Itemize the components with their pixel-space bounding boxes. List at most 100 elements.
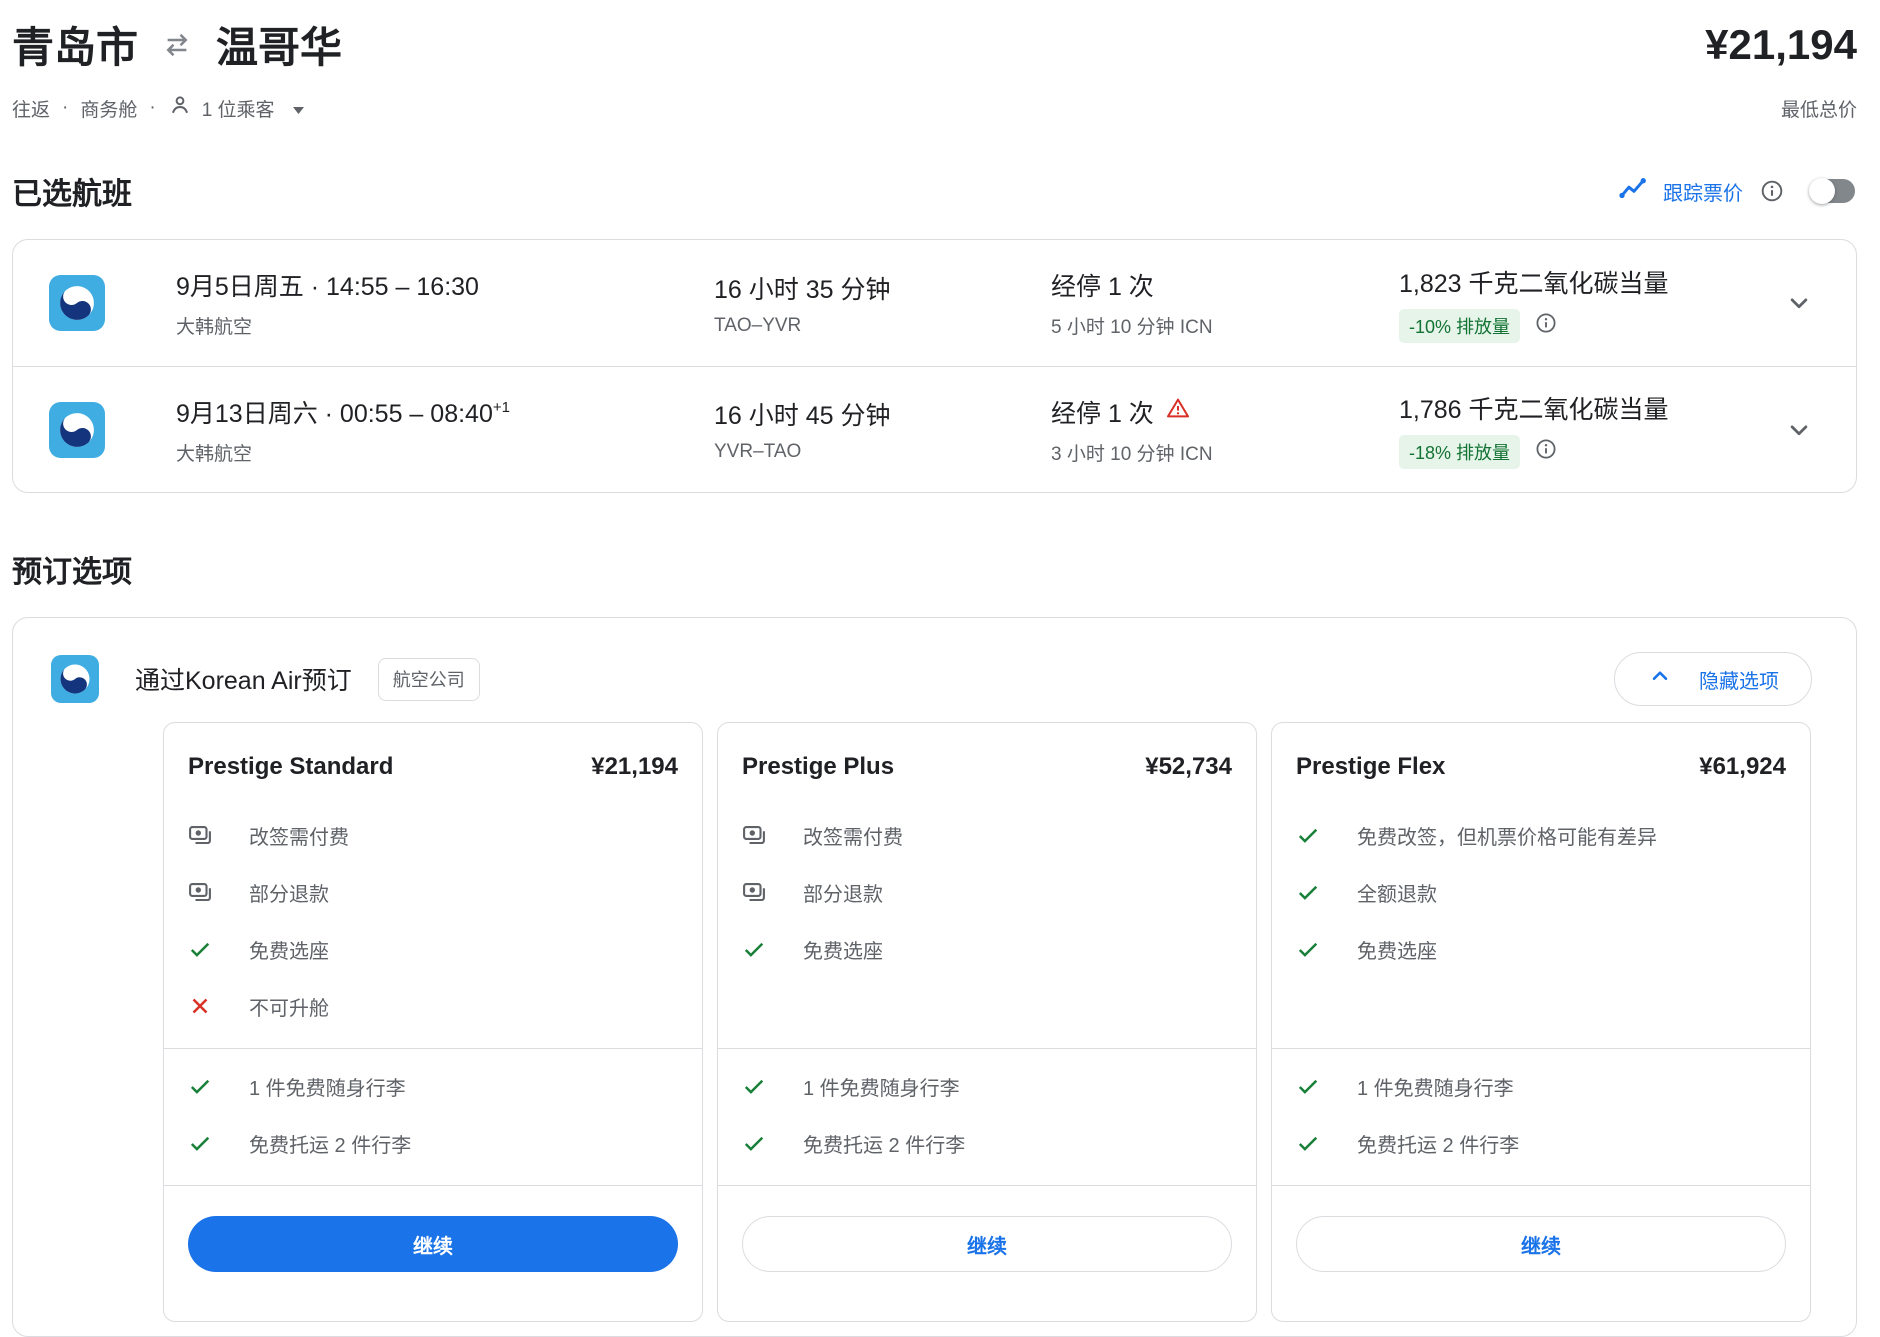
fare-feature: 全额退款 <box>1296 878 1786 906</box>
info-icon[interactable] <box>1534 437 1558 467</box>
trip-type-label: 往返 <box>12 95 50 122</box>
fare-price: ¥61,924 <box>1699 753 1786 781</box>
flight-route: YVR–TAO <box>714 441 1051 463</box>
continue-button[interactable]: 继续 <box>742 1216 1232 1272</box>
check-icon <box>742 1074 766 1098</box>
booking-options-title: 预订选项 <box>12 547 132 591</box>
fare-feature: 免费托运 2 件行李 <box>1296 1129 1786 1157</box>
flight-datetime: 9月13日周六 · 00:55 – 08:40+1 <box>176 394 714 430</box>
destination-city: 温哥华 <box>216 14 342 75</box>
flight-layover: 3 小时 10 分钟 ICN <box>1051 439 1399 466</box>
cabin-class-label: 商务舱 <box>80 95 137 122</box>
chevron-up-icon <box>1647 663 1673 695</box>
flight-stops: 经停 1 次 <box>1051 267 1399 303</box>
flight-duration: 16 小时 45 分钟 <box>714 396 1051 432</box>
fare-feature: 免费改签，但机票价格可能有差异 <box>1296 821 1786 849</box>
fare-feature-text: 改签需付费 <box>249 821 349 850</box>
trip-summary: 往返 · 商务舱 · 1 位乘客 最低总价 <box>12 93 1857 123</box>
check-icon <box>742 1131 766 1155</box>
flight-booking-page: 青岛市 温哥华 ¥21,194 往返 · 商务舱 · 1 位乘客 <box>12 0 1857 1337</box>
fare-card-prestige-standard: Prestige Standard ¥21,194 改签需付费部分退款免费选座不… <box>163 722 703 1322</box>
flight-emissions: 1,786 千克二氧化碳当量 <box>1399 390 1774 426</box>
fare-feature: 免费托运 2 件行李 <box>188 1129 678 1157</box>
info-icon[interactable] <box>1534 311 1558 341</box>
continue-button[interactable]: 继续 <box>188 1216 678 1272</box>
flight-stops: 经停 1 次 <box>1051 394 1399 430</box>
flight-row-outbound[interactable]: 9月5日周五 · 14:55 – 16:30 大韩航空 16 小时 35 分钟 … <box>13 240 1856 366</box>
fare-feature: 部分退款 <box>188 878 678 906</box>
fare-feature-text: 免费托运 2 件行李 <box>249 1129 411 1158</box>
flight-duration: 16 小时 35 分钟 <box>714 270 1051 306</box>
header: 青岛市 温哥华 ¥21,194 <box>12 14 1857 75</box>
emissions-badge: -10% 排放量 <box>1399 309 1520 343</box>
total-price: ¥21,194 <box>1705 21 1857 69</box>
fare-feature: 免费选座 <box>1296 935 1786 963</box>
warning-icon[interactable] <box>1166 396 1190 427</box>
flight-route: TAO–YVR <box>714 315 1051 337</box>
fare-feature-text: 1 件免费随身行李 <box>1357 1072 1514 1101</box>
chevron-down-icon[interactable] <box>1774 288 1824 318</box>
selected-flights-title: 已选航班 <box>12 169 132 213</box>
route-title: 青岛市 温哥华 <box>12 14 342 75</box>
fare-feature: 免费选座 <box>742 935 1232 963</box>
person-icon <box>168 93 192 123</box>
fare-feature: 不可升舱 <box>188 992 678 1020</box>
continue-button[interactable]: 继续 <box>1296 1216 1786 1272</box>
airline-badge: 航空公司 <box>378 658 480 701</box>
flight-row-return[interactable]: 9月13日周六 · 00:55 – 08:40+1 大韩航空 16 小时 45 … <box>13 366 1856 492</box>
info-icon[interactable] <box>1759 178 1785 204</box>
fare-name: Prestige Flex <box>1296 753 1445 781</box>
fare-feature: 免费选座 <box>188 935 678 963</box>
fare-card-prestige-flex: Prestige Flex ¥61,924 免费改签，但机票价格可能有差异全额退… <box>1271 722 1811 1322</box>
booking-provider-label: 通过Korean Air预订 <box>135 661 352 697</box>
fare-feature-text: 改签需付费 <box>803 821 903 850</box>
selected-flights-card: 9月5日周五 · 14:55 – 16:30 大韩航空 16 小时 35 分钟 … <box>12 239 1857 493</box>
cross-icon <box>188 994 212 1018</box>
fare-feature-text: 全额退款 <box>1357 878 1437 907</box>
swap-icon <box>162 30 192 60</box>
korean-air-logo <box>51 655 99 703</box>
fare-feature-text: 部分退款 <box>803 878 883 907</box>
passenger-selector[interactable]: 1 位乘客 <box>168 93 305 123</box>
fare-feature: 免费托运 2 件行李 <box>742 1129 1232 1157</box>
fare-feature-text: 免费选座 <box>249 935 329 964</box>
flight-emissions: 1,823 千克二氧化碳当量 <box>1399 264 1774 300</box>
check-icon <box>1296 823 1320 847</box>
separator-dot: · <box>149 97 155 119</box>
flight-layover: 5 小时 10 分钟 ICN <box>1051 312 1399 339</box>
separator-dot: · <box>62 97 68 119</box>
track-prices-label[interactable]: 跟踪票价 <box>1663 177 1743 206</box>
money-icon <box>188 823 212 847</box>
hide-options-button[interactable]: 隐藏选项 <box>1614 652 1812 706</box>
fare-feature: 部分退款 <box>742 878 1232 906</box>
korean-air-logo <box>49 275 105 331</box>
flight-datetime: 9月5日周五 · 14:55 – 16:30 <box>176 267 714 303</box>
fare-feature-text: 免费选座 <box>803 935 883 964</box>
fare-feature-text: 不可升舱 <box>249 992 329 1021</box>
money-icon <box>742 880 766 904</box>
track-prices-toggle[interactable] <box>1809 177 1857 205</box>
fare-price: ¥21,194 <box>591 753 678 781</box>
fare-feature-text: 免费改签，但机票价格可能有差异 <box>1357 821 1657 850</box>
check-icon <box>1296 1074 1320 1098</box>
next-day-indicator: +1 <box>493 399 510 416</box>
money-icon <box>188 880 212 904</box>
check-icon <box>188 937 212 961</box>
passenger-count-label: 1 位乘客 <box>202 95 275 122</box>
fare-feature: 改签需付费 <box>188 821 678 849</box>
chevron-down-icon[interactable] <box>1774 415 1824 445</box>
fare-name: Prestige Standard <box>188 753 393 781</box>
trending-icon <box>1619 177 1649 206</box>
fare-feature: 1 件免费随身行李 <box>188 1072 678 1100</box>
flight-airline: 大韩航空 <box>176 312 714 339</box>
emissions-badge: -18% 排放量 <box>1399 435 1520 469</box>
fare-feature-text: 部分退款 <box>249 878 329 907</box>
check-icon <box>188 1074 212 1098</box>
booking-options-card: 通过Korean Air预订 航空公司 隐藏选项 Prestige Standa… <box>12 617 1857 1337</box>
check-icon <box>1296 880 1320 904</box>
fare-feature-text: 免费选座 <box>1357 935 1437 964</box>
fare-feature: 1 件免费随身行李 <box>742 1072 1232 1100</box>
check-icon <box>188 1131 212 1155</box>
flight-airline: 大韩航空 <box>176 439 714 466</box>
check-icon <box>742 937 766 961</box>
